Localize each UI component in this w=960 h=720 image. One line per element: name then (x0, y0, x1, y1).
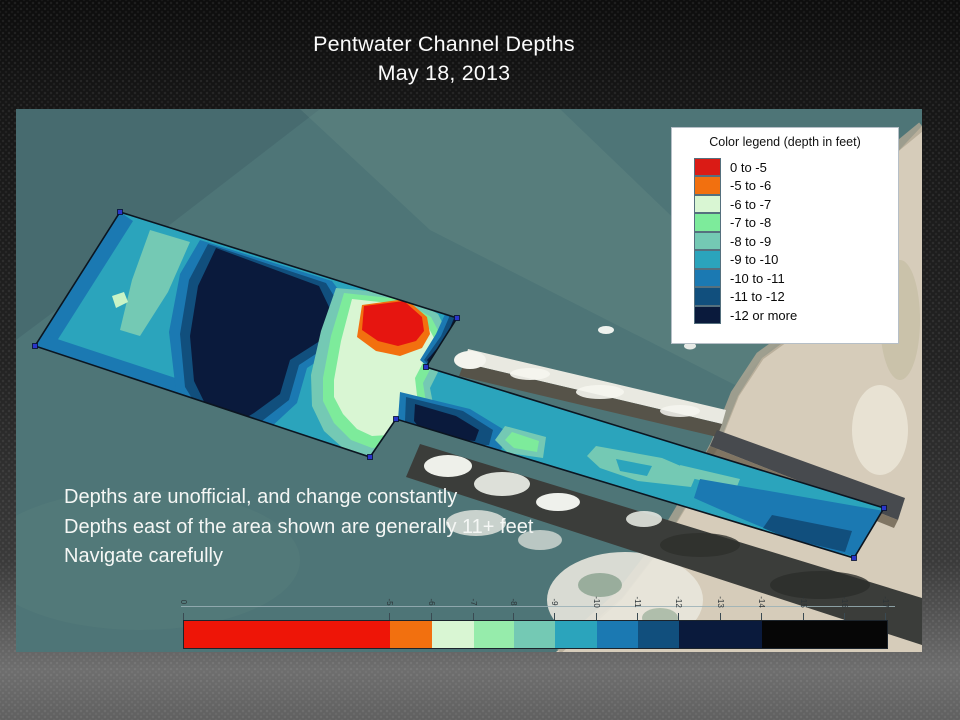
scale-tick-mark (473, 613, 474, 620)
legend-swatch (694, 176, 721, 195)
scale-tick-label: -12 (673, 591, 683, 613)
title-line-1: Pentwater Channel Depths (0, 30, 888, 59)
legend-label: -6 to -7 (730, 197, 771, 212)
scale-tick-label: -10 (591, 591, 601, 613)
north-pier-snow-2 (576, 385, 624, 399)
legend-row: 0 to -5 (694, 158, 898, 177)
sand-white-patch (852, 385, 908, 475)
scale-segment (184, 621, 390, 648)
scale-axis-line (181, 606, 895, 607)
scale-tick-label: -13 (715, 591, 725, 613)
scale-tick-label: -17 (880, 591, 890, 613)
scale-tick-mark (720, 613, 721, 620)
scale-tick-label: 0 (178, 591, 188, 613)
scale-tick-label: -6 (426, 591, 436, 613)
legend-label: 0 to -5 (730, 160, 767, 175)
scale-segment (762, 621, 887, 648)
legend-row: -7 to -8 (694, 214, 898, 233)
south-pier-foam-4 (626, 511, 662, 527)
scale-tick-label: -14 (756, 591, 766, 613)
south-pier-foam-1 (424, 455, 472, 477)
legend-label: -5 to -6 (730, 178, 771, 193)
slide-title: Pentwater Channel Depths May 18, 2013 (0, 30, 888, 88)
boat-1 (598, 326, 614, 334)
scale-tick-mark (637, 613, 638, 620)
legend-row: -10 to -11 (694, 269, 898, 288)
legend-row: -12 or more (694, 306, 898, 325)
aerial-photo: Color legend (depth in feet) 0 to -5 -5 t… (16, 109, 922, 652)
scale-segment (432, 621, 474, 648)
legend-label: -7 to -8 (730, 215, 771, 230)
warning-notes: Depths are unofficial, and change consta… (64, 483, 533, 572)
legend-row: -9 to -10 (694, 251, 898, 270)
south-pier-dark-1 (660, 533, 740, 557)
legend-swatch (694, 287, 721, 306)
scale-tick-mark (844, 613, 845, 620)
legend-label: -10 to -11 (730, 271, 785, 286)
scale-tick-mark (761, 613, 762, 620)
scale-tick-label: -11 (632, 591, 642, 613)
scale-tick-label: -9 (549, 591, 559, 613)
scale-tick-mark (678, 613, 679, 620)
scale-tick-mark (885, 613, 886, 620)
north-pier-snow-1 (510, 368, 550, 380)
scale-tick-label: -8 (508, 591, 518, 613)
legend-label: -12 or more (730, 308, 797, 323)
scale-segment (474, 621, 514, 648)
scale-segment (390, 621, 432, 648)
depth-scale-bar (183, 620, 888, 649)
note-line-2: Depths east of the area shown are genera… (64, 513, 533, 543)
legend-title: Color legend (depth in feet) (672, 135, 898, 149)
scale-segment (514, 621, 555, 648)
legend-label: -9 to -10 (730, 252, 778, 267)
scale-tick-mark (596, 613, 597, 620)
depth-legend: Color legend (depth in feet) 0 to -5 -5 t… (671, 127, 899, 344)
legend-swatch (694, 269, 721, 288)
scale-segment (597, 621, 638, 648)
legend-row: -11 to -12 (694, 288, 898, 307)
scale-tick-label: -16 (839, 591, 849, 613)
legend-swatch (694, 250, 721, 269)
legend-swatch (694, 306, 721, 325)
legend-rows: 0 to -5 -5 to -6 -6 to -7 -7 to -8 -8 to -9 -… (694, 158, 898, 325)
north-pier-foam (454, 351, 486, 369)
scale-segment (679, 621, 762, 648)
scale-tick-mark (803, 613, 804, 620)
scale-segment (638, 621, 679, 648)
south-pier-foam-3 (536, 493, 580, 511)
scale-tick-label: -5 (384, 591, 394, 613)
legend-swatch (694, 158, 721, 177)
legend-label: -11 to -12 (730, 289, 785, 304)
scale-tick-mark (183, 613, 184, 620)
south-pier-dark-2 (770, 571, 870, 599)
legend-swatch (694, 213, 721, 232)
note-line-1: Depths are unofficial, and change consta… (64, 483, 533, 513)
scale-tick-mark (513, 613, 514, 620)
scale-tick-label: -15 (798, 591, 808, 613)
north-pier-snow-3 (660, 405, 700, 417)
scale-tick-mark (554, 613, 555, 620)
title-line-2: May 18, 2013 (0, 59, 888, 88)
legend-row: -5 to -6 (694, 177, 898, 196)
legend-swatch (694, 195, 721, 214)
scale-tick-mark (431, 613, 432, 620)
legend-swatch (694, 232, 721, 251)
legend-row: -8 to -9 (694, 232, 898, 251)
note-line-3: Navigate carefully (64, 542, 533, 572)
scale-tick-label: -7 (468, 591, 478, 613)
scale-segment (555, 621, 597, 648)
scale-tick-mark (389, 613, 390, 620)
legend-label: -8 to -9 (730, 234, 771, 249)
legend-row: -6 to -7 (694, 195, 898, 214)
